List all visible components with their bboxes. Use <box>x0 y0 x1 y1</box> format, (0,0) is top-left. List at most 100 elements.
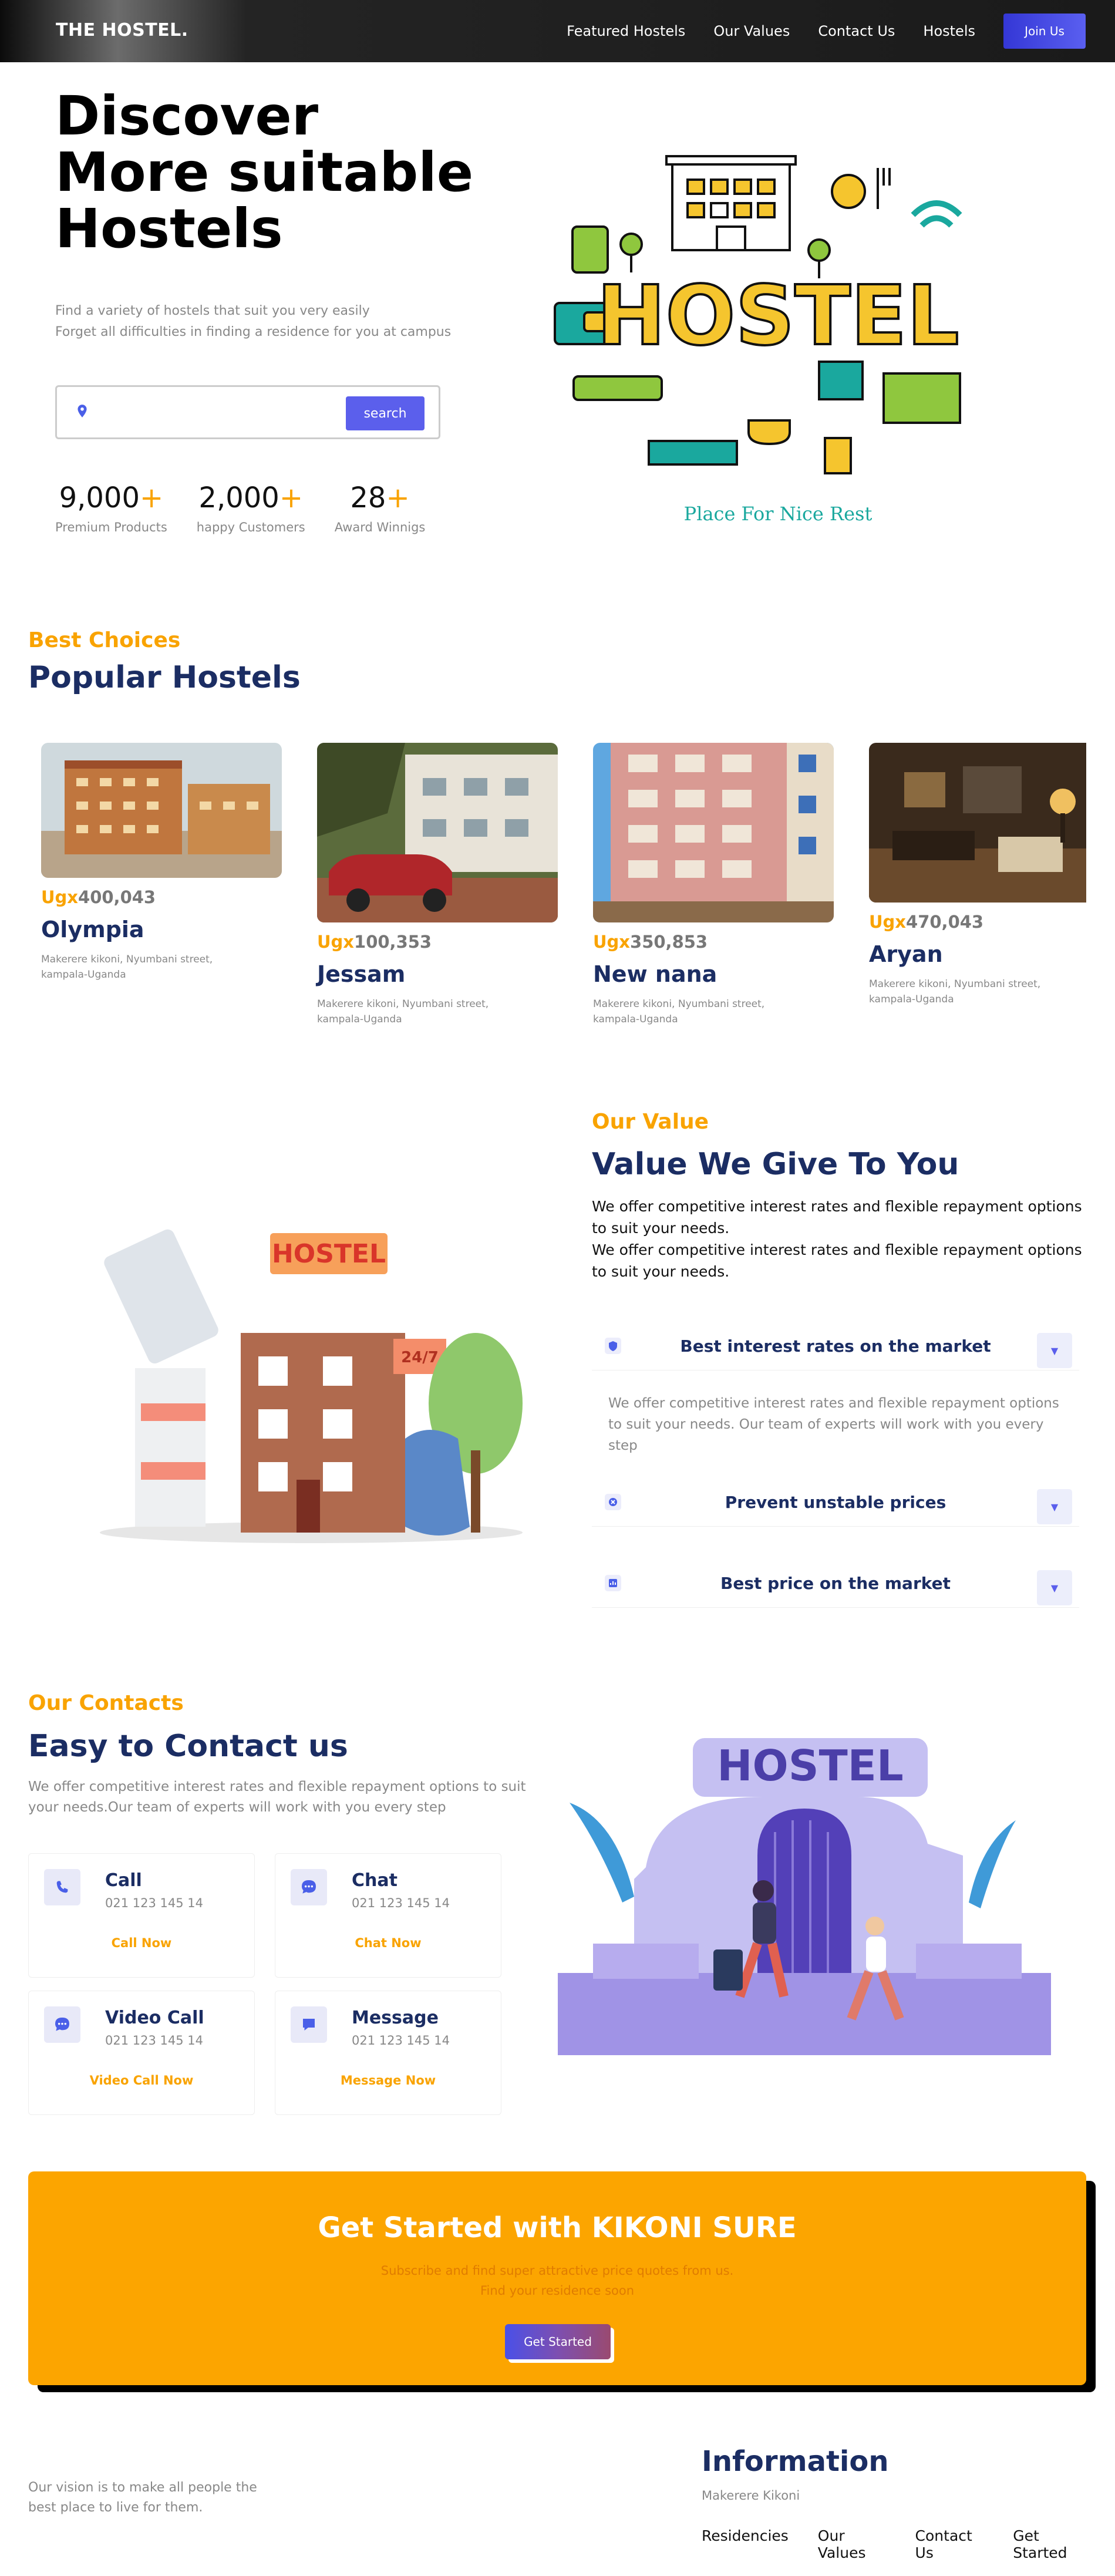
accordion-item-best-interest-rates[interactable]: Best interest rates on the market ▼ <box>592 1321 1079 1371</box>
message-icon <box>291 2006 327 2043</box>
stat-value: 2,000 <box>198 481 279 514</box>
value-art-sign: HOSTEL <box>272 1239 386 1269</box>
footer-vision: Our vision is to make all people the bes… <box>28 2480 257 2515</box>
hero-subtitle-line: Find a variety of hostels that suit you … <box>55 304 370 318</box>
accordion-title: Best price on the market <box>720 1574 951 1593</box>
contact-title: Message <box>352 2008 439 2028</box>
price-currency: Ugx <box>869 912 907 932</box>
get-started-button[interactable]: Get Started <box>505 2324 611 2359</box>
accordion-body: We offer competitive interest rates and … <box>608 1396 1059 1453</box>
hostel-address: Makerere kikoni, Nyumbani street, kampal… <box>317 998 489 1025</box>
hostel-card[interactable]: Ugx470,043 Aryan Makerere kikoni, Nyumba… <box>869 743 1086 1007</box>
hostel-illustration: HOSTEL Place For Nice Rest <box>554 155 962 525</box>
accordion-item-prevent-unstable-prices[interactable]: Prevent unstable prices ▼ <box>592 1477 1079 1527</box>
search-button[interactable]: search <box>346 396 425 430</box>
hostel-name: Olympia <box>41 917 144 942</box>
stat-plus: + <box>279 481 304 514</box>
stat-value: 9,000 <box>59 481 140 514</box>
contact-card-video-call: Video Call 021 123 145 14 Video Call Now <box>28 1991 255 2115</box>
chevron-down-icon[interactable]: ▼ <box>1037 1570 1072 1605</box>
chat-bubble-icon <box>291 1869 327 1905</box>
nav-link-contact-us[interactable]: Contact Us <box>818 23 895 39</box>
hostel-price: Ugx100,353 <box>317 932 558 952</box>
nav-link-featured-hostels[interactable]: Featured Hostels <box>567 23 685 39</box>
stat-number: 2,000+ <box>197 481 305 514</box>
footer-link-our-values[interactable]: Our Values <box>818 2527 886 2561</box>
contact-title: Video Call <box>105 2008 204 2028</box>
footer-address: Makerere Kikoni <box>702 2489 800 2503</box>
phone-icon <box>44 1869 80 1905</box>
price-value: 400,043 <box>78 887 156 907</box>
values-description-line: We offer competitive interest rates and … <box>592 1198 1082 1237</box>
values-description: We offer competitive interest rates and … <box>592 1196 1091 1282</box>
contacts-eyebrow: Our Contacts <box>28 1691 184 1715</box>
accordion-item-best-price[interactable]: Best price on the market ▼ <box>592 1558 1079 1608</box>
footer-links: Residencies Our Values Contact Us Get St… <box>702 2527 1115 2561</box>
contact-number: 021 123 145 14 <box>105 2033 203 2048</box>
price-value: 470,043 <box>906 912 984 932</box>
hero-art-tagline: Place For Nice Rest <box>684 503 873 525</box>
contact-art-sign: HOSTEL <box>717 1741 904 1790</box>
stat-number: 9,000+ <box>55 481 167 514</box>
hostel-image <box>593 743 834 922</box>
contact-number: 021 123 145 14 <box>352 1896 450 1910</box>
location-pin-icon <box>78 405 87 417</box>
values-description-line: We offer competitive interest rates and … <box>592 1241 1082 1280</box>
stat-plus: + <box>140 481 164 514</box>
nav-link-hostels[interactable]: Hostels <box>923 23 975 39</box>
hostel-price: Ugx400,043 <box>41 887 282 907</box>
top-navbar: THE HOSTEL. Featured Hostels Our Values … <box>0 0 1115 62</box>
accordion-title: Best interest rates on the market <box>680 1336 991 1356</box>
nav-link-our-values[interactable]: Our Values <box>713 23 790 39</box>
values-title: Value We Give To You <box>592 1147 959 1182</box>
site-logo[interactable]: THE HOSTEL. <box>56 20 188 41</box>
contact-card-message: Message 021 123 145 14 Message Now <box>275 1991 501 2115</box>
message-now-button[interactable]: Message Now <box>275 2073 501 2087</box>
stat-item: 28+ Award Winnigs <box>335 481 426 534</box>
stats-row: 9,000+ Premium Products 2,000+ happy Cus… <box>55 481 454 534</box>
hero-subtitle: Find a variety of hostels that suit you … <box>55 301 478 343</box>
price-currency: Ugx <box>317 932 355 952</box>
stat-item: 2,000+ happy Customers <box>197 481 305 534</box>
stat-plus: + <box>386 481 410 514</box>
popular-eyebrow: Best Choices <box>28 628 181 652</box>
values-eyebrow: Our Value <box>592 1110 709 1134</box>
join-us-button[interactable]: Join Us <box>1003 14 1086 49</box>
hostel-card[interactable]: Ugx100,353 Jessam Makerere kikoni, Nyumb… <box>317 743 558 1027</box>
hostel-card[interactable]: Ugx350,853 New nana Makerere kikoni, Nyu… <box>593 743 834 1027</box>
chevron-down-icon[interactable]: ▼ <box>1037 1489 1072 1524</box>
chat-now-button[interactable]: Chat Now <box>275 1936 501 1950</box>
search-input[interactable] <box>100 399 382 426</box>
chevron-down-icon[interactable]: ▼ <box>1037 1333 1072 1368</box>
hero-title: Discover More suitable Hostels <box>55 88 478 257</box>
contacts-title: Easy to Contact us <box>28 1729 348 1764</box>
search-box: search <box>55 385 440 439</box>
chat-bubble-icon <box>44 2006 80 2043</box>
contact-number: 021 123 145 14 <box>352 2033 450 2048</box>
cta-banner: Get Started with KIKONI SURE Subscribe a… <box>28 2171 1086 2385</box>
cta-subtitle-line: Find your residence soon <box>480 2284 635 2298</box>
contact-title: Call <box>105 1870 142 1891</box>
hero-subtitle-line: Forget all difficulties in finding a res… <box>55 325 452 339</box>
cta-subtitle-line: Subscribe and find super attractive pric… <box>380 2264 734 2278</box>
footer-link-get-started[interactable]: Get Started <box>1013 2527 1086 2561</box>
hero-art-word: HOSTEL <box>597 268 959 364</box>
hostel-name: Jessam <box>317 961 406 987</box>
footer-link-residencies[interactable]: Residencies <box>702 2527 789 2561</box>
video-call-now-button[interactable]: Video Call Now <box>29 2073 254 2087</box>
contact-card-call: Call 021 123 145 14 Call Now <box>28 1853 255 1978</box>
hostel-card[interactable]: Ugx400,043 Olympia Makerere kikoni, Nyum… <box>41 743 282 982</box>
stat-value: 28 <box>350 481 386 514</box>
hostel-address: Makerere kikoni, Nyumbani street, kampal… <box>869 978 1041 1005</box>
price-value: 350,853 <box>630 932 708 952</box>
contact-number: 021 123 145 14 <box>105 1896 203 1910</box>
hostel-price: Ugx470,043 <box>869 912 1086 932</box>
hostel-name: Aryan <box>869 941 943 967</box>
hostel-entrance-illustration: HOSTEL <box>558 1738 1051 2055</box>
hero-title-line: Discover <box>55 85 319 147</box>
value-art-badge: 24/7 <box>401 1349 439 1366</box>
stat-label: Premium Products <box>55 520 167 534</box>
footer-link-contact-us[interactable]: Contact Us <box>915 2527 984 2561</box>
call-now-button[interactable]: Call Now <box>29 1936 254 1950</box>
price-currency: Ugx <box>41 887 79 907</box>
